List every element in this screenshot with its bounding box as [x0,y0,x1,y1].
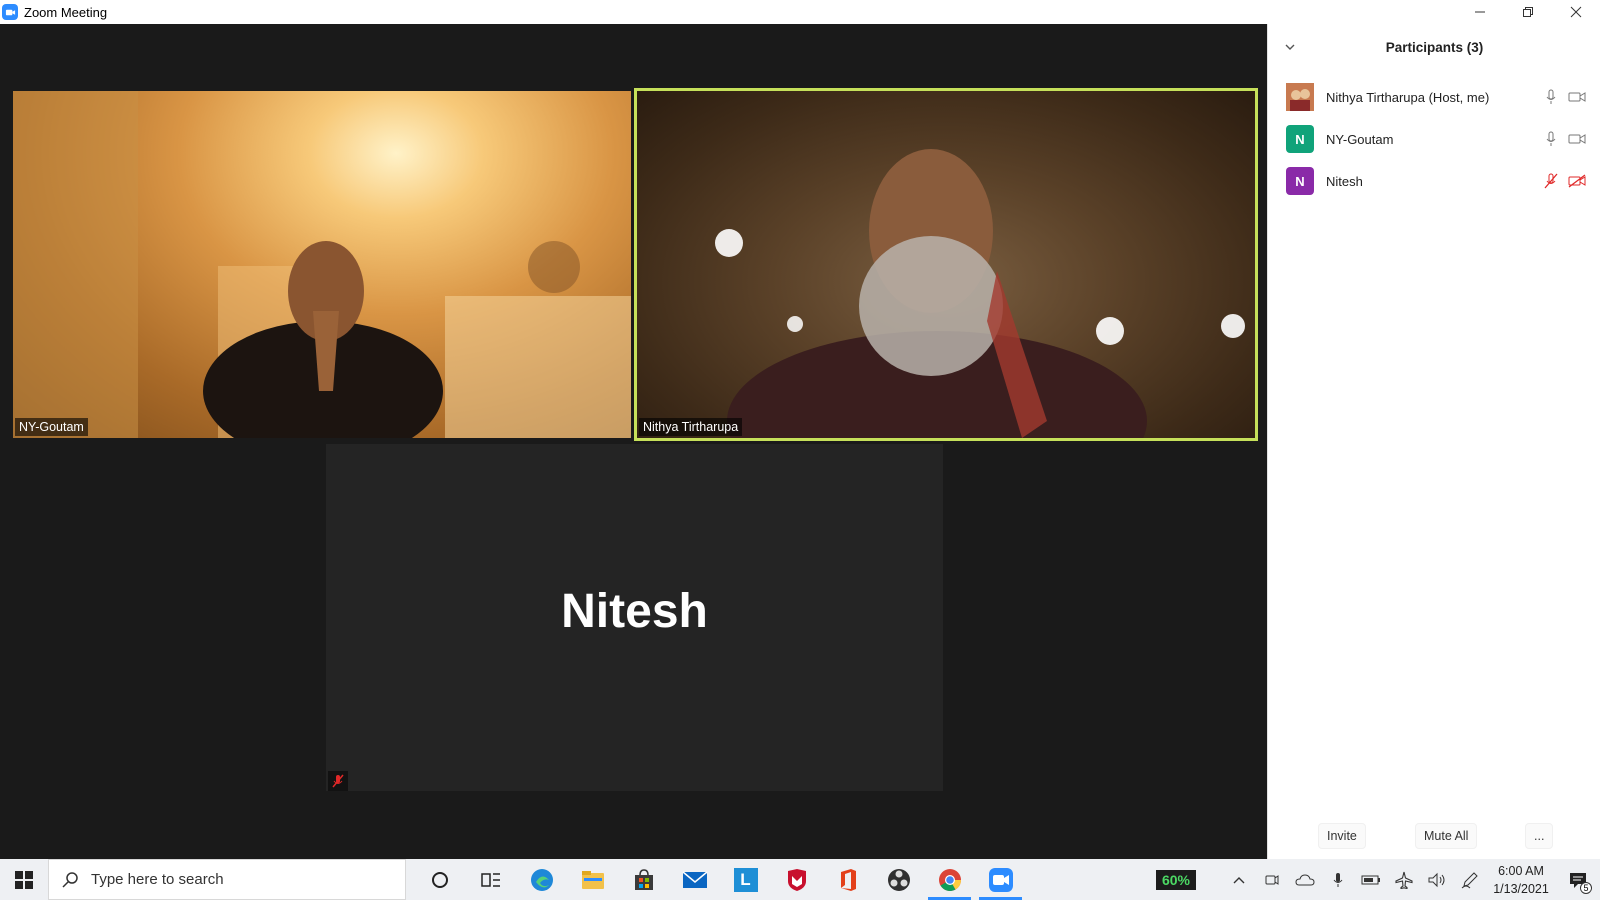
video-icon[interactable] [1567,129,1587,149]
notifications-button[interactable]: 5 [1556,859,1600,900]
chevron-down-icon[interactable] [1280,37,1300,57]
zoom-app-icon[interactable] [975,859,1026,900]
notification-count-badge: 5 [1580,882,1592,894]
clock-time: 6:00 AM [1498,863,1544,878]
mic-icon[interactable] [1541,87,1561,107]
title-bar: Zoom Meeting [0,0,1600,24]
muted-mic-icon [328,771,348,791]
search-placeholder: Type here to search [91,871,224,888]
mcafee-icon[interactable] [771,859,822,900]
battery-icon[interactable] [1354,859,1387,900]
participant-row[interactable]: N NY-Goutam [1268,118,1600,160]
windows-logo-icon [15,870,33,889]
restore-button[interactable] [1504,0,1552,24]
search-icon [62,871,78,888]
office-icon[interactable] [822,859,873,900]
participant-row[interactable]: Nithya Tirtharupa (Host, me) [1268,76,1600,118]
taskbar: Type here to search L 60% 6:00 AM 1/13/2… [0,859,1600,900]
file-explorer-icon[interactable] [567,859,618,900]
avatar: N [1286,167,1314,195]
participant-name: NY-Goutam [1326,131,1394,147]
panel-header: Participants (3) [1268,24,1600,70]
tile-label-nithya: Nithya Tirtharupa [639,418,743,436]
app-l-icon[interactable]: L [720,859,771,900]
cortana-icon[interactable] [414,859,465,900]
video-tile-nitesh[interactable]: Nitesh [326,444,943,791]
video-feed-nithya [715,149,1245,438]
obs-icon[interactable] [873,859,924,900]
invite-button[interactable]: Invite [1318,823,1366,849]
mail-icon[interactable] [669,859,720,900]
edge-icon[interactable] [516,859,567,900]
system-tray: 60% 6:00 AM 1/13/2021 5 [1155,859,1600,900]
panel-footer: Invite Mute All ... [1268,823,1600,853]
mute-all-button[interactable]: Mute All [1415,823,1478,849]
tile-label-goutam: NY-Goutam [15,418,88,436]
meeting-gallery: NY-Goutam Nithya Tirtharupa Nitesh [0,24,1267,859]
avatar [1286,83,1314,111]
volume-icon[interactable] [1420,859,1453,900]
participants-list: Nithya Tirtharupa (Host, me) N NY-Goutam [1268,76,1600,202]
minimize-button[interactable] [1456,0,1504,24]
taskbar-clock[interactable]: 6:00 AM 1/13/2021 [1486,862,1556,898]
more-options-button[interactable]: ... [1525,823,1554,849]
close-icon [1570,6,1582,18]
video-tile-goutam[interactable]: NY-Goutam [13,91,631,438]
onedrive-icon[interactable] [1288,859,1321,900]
tile-display-name-nitesh: Nitesh [561,585,708,638]
minimize-icon [1475,11,1485,13]
avatar: N [1286,125,1314,153]
pen-icon[interactable] [1453,859,1486,900]
meet-now-icon[interactable] [1255,859,1288,900]
chrome-icon[interactable] [924,859,975,900]
mic-icon[interactable] [1541,129,1561,149]
zoom-camera-icon [2,4,18,20]
task-view-icon[interactable] [465,859,516,900]
taskbar-search[interactable]: Type here to search [48,859,406,900]
start-button[interactable] [0,859,48,900]
window-title: Zoom Meeting [24,4,108,20]
video-off-icon[interactable] [1567,171,1587,191]
participant-name: Nitesh [1326,173,1363,189]
store-icon[interactable] [618,859,669,900]
restore-icon [1523,7,1533,17]
participant-row[interactable]: N Nitesh [1268,160,1600,202]
panel-title: Participants (3) [1385,39,1484,55]
chevron-up-icon[interactable] [1222,859,1255,900]
clock-date: 1/13/2021 [1493,881,1549,896]
close-button[interactable] [1552,0,1600,24]
video-icon[interactable] [1567,87,1587,107]
microphone-icon[interactable] [1321,859,1354,900]
battery-percent-badge: 60% [1155,869,1196,890]
video-feed-goutam [13,91,631,438]
video-tile-nithya[interactable]: Nithya Tirtharupa [634,88,1258,441]
participants-panel: Participants (3) Nithya Tirtharupa (Host… [1267,24,1600,859]
mic-muted-icon[interactable] [1541,171,1561,191]
participant-name: Nithya Tirtharupa (Host, me) [1326,89,1490,105]
airplane-mode-icon[interactable] [1387,859,1420,900]
